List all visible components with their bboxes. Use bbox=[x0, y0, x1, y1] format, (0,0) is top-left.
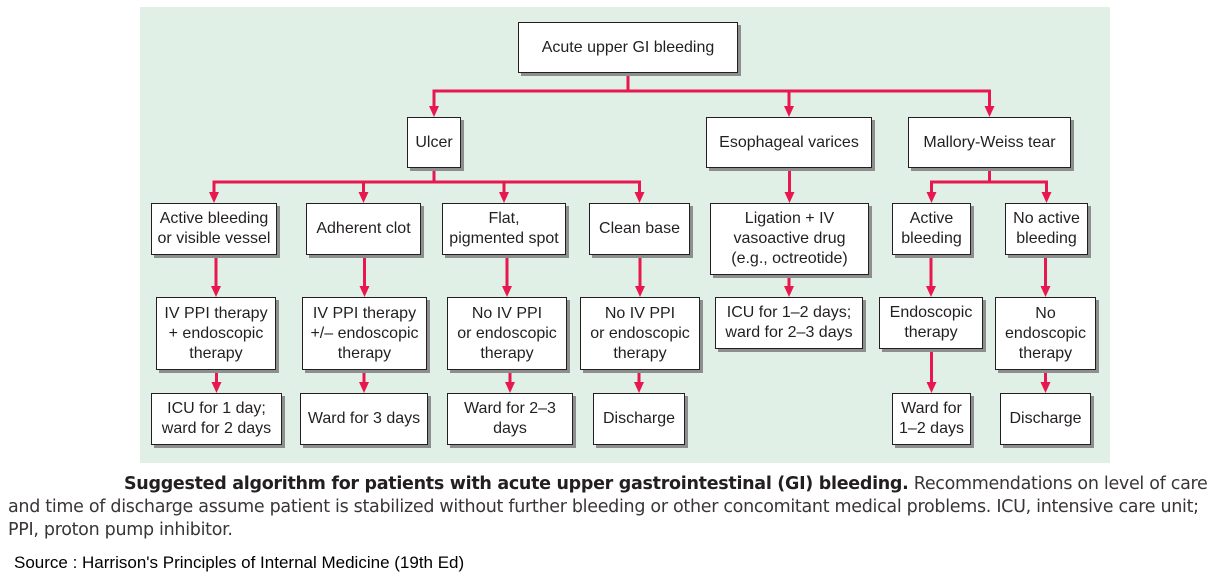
node-ulcer-clean-base: Clean base bbox=[589, 203, 690, 255]
node-ulcer-flat-care: Ward for 2–3 days bbox=[447, 393, 573, 445]
node-ulcer-clot-therapy: IV PPI therapy +/– endoscopic therapy bbox=[302, 297, 427, 370]
node-ulcer-flat-therapy: No IV PPI or endoscopic therapy bbox=[447, 297, 567, 370]
node-ulcer-clean-therapy: No IV PPI or endoscopic therapy bbox=[580, 297, 700, 370]
node-mallory-no-active-care: Discharge bbox=[1000, 393, 1091, 445]
node-mallory-no-endoscopic-therapy: No endoscopic therapy bbox=[995, 297, 1096, 370]
node-ulcer-active-bleeding: Active bleeding or visible vessel bbox=[151, 203, 277, 255]
node-esophageal-varices: Esophageal varices bbox=[706, 117, 872, 168]
node-ulcer-flat-spot: Flat, pigmented spot bbox=[442, 203, 566, 255]
node-mallory-active-care: Ward for 1–2 days bbox=[892, 393, 971, 445]
node-mallory-active-bleeding: Active bleeding bbox=[892, 203, 971, 255]
node-ulcer-clean-care: Discharge bbox=[593, 393, 685, 445]
node-varices-ligation: Ligation + IV vasoactive drug (e.g., oct… bbox=[710, 203, 869, 275]
node-varices-level-of-care: ICU for 1–2 days; ward for 2–3 days bbox=[715, 297, 863, 349]
source-citation: Source : Harrison's Principles of Intern… bbox=[14, 553, 465, 572]
node-mallory-no-active-bleeding: No active bleeding bbox=[1005, 203, 1088, 255]
node-ulcer-active-therapy: IV PPI therapy + endoscopic therapy bbox=[156, 297, 276, 370]
caption-title: Suggested algorithm for patients with ac… bbox=[124, 474, 909, 494]
node-mallory-weiss-tear: Mallory-Weiss tear bbox=[908, 117, 1071, 168]
node-root: Acute upper GI bleeding bbox=[518, 22, 738, 73]
node-mallory-endoscopic-therapy: Endoscopic therapy bbox=[879, 297, 983, 349]
node-ulcer: Ulcer bbox=[407, 117, 461, 168]
node-ulcer-adherent-clot: Adherent clot bbox=[306, 203, 421, 255]
node-ulcer-active-care: ICU for 1 day; ward for 2 days bbox=[151, 393, 282, 445]
node-ulcer-clot-care: Ward for 3 days bbox=[300, 393, 428, 445]
figure-caption: Suggested algorithm for patients with ac… bbox=[8, 473, 1220, 542]
